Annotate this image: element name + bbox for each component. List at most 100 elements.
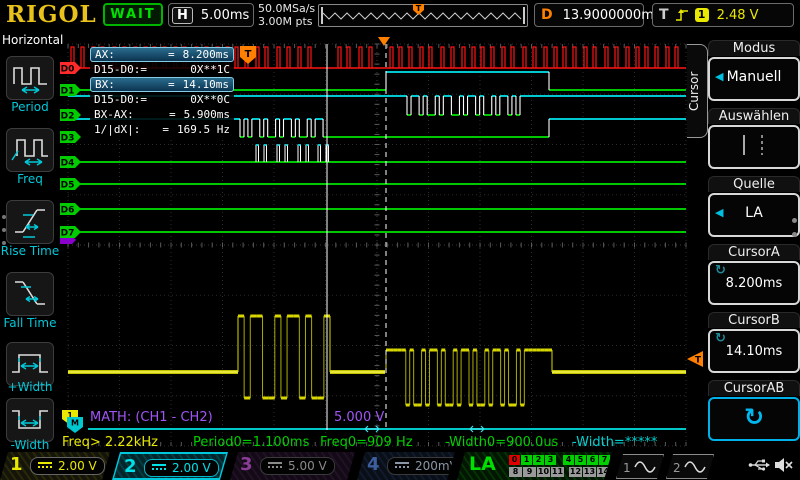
readout-label: BX-AX: [94, 108, 134, 121]
digital-channel-chip[interactable]: 14 [597, 467, 610, 477]
measure-button-rise-time[interactable] [6, 200, 54, 244]
measurement-value: Period0=1.100ms [193, 435, 309, 450]
menu-value: LA [710, 205, 798, 221]
logic-analyzer-block[interactable]: LA0123456789101112131415 [457, 452, 612, 480]
channel-2-block[interactable]: 22.00 V [112, 452, 228, 480]
cursor-readout-row: 1/|dX|:=169.5 Hz [90, 122, 234, 137]
dc-coupling-icon [268, 462, 282, 470]
digital-channel-chip[interactable]: 11 [551, 467, 564, 477]
wave-icon [681, 455, 709, 478]
channel-1-block[interactable]: 12.00 V [0, 452, 110, 480]
measure-label: Rise Time [0, 244, 60, 258]
trigger-level-value: 2.48 V [717, 8, 759, 23]
menu-item-cursora[interactable]: ↻8.200ms [708, 261, 800, 305]
cursor-select-icon [710, 127, 794, 163]
horizontal-timebase-box[interactable]: H 5.00ms [168, 3, 254, 27]
digital-channel-chip[interactable]: 2 [533, 455, 544, 465]
digital-channel-chip[interactable]: 6 [587, 455, 598, 465]
measure-button-period[interactable] [6, 56, 54, 100]
menu-item-cursorab[interactable]: ↻ [708, 397, 800, 441]
channel-tag-d3[interactable] [60, 131, 81, 143]
svg-text:D2: D2 [61, 112, 75, 122]
cursor-readout-row: BX-AX:=5.900ms [90, 107, 234, 122]
readout-label: BX: [95, 78, 115, 91]
delay-position-marker[interactable] [378, 37, 390, 46]
channel-tag-d6[interactable] [60, 203, 81, 215]
measurement-value: Freq> 2.22kHz [62, 435, 158, 450]
channel-tag-d7[interactable] [60, 226, 81, 238]
scroll-dot [2, 228, 6, 232]
math-position-marker[interactable] [67, 417, 83, 433]
acquisition-info: 50.0MSa/s 3.00M pts [258, 2, 315, 28]
trace-d4 [68, 145, 686, 162]
channel-number: 1 [10, 454, 23, 475]
minus-width-icon [7, 399, 53, 441]
channel-number: 2 [124, 456, 137, 477]
channel-inner: 4200mV [357, 452, 455, 480]
measure-button-freq[interactable] [6, 128, 54, 172]
digital-channel-chip[interactable]: 3 [545, 455, 556, 465]
svg-text:1: 1 [67, 411, 73, 420]
digital-channel-chip[interactable]: 7 [599, 455, 610, 465]
svg-text:M: M [71, 419, 79, 428]
menu-item-modus[interactable]: ◀Manuell [708, 57, 800, 101]
channel-4-block[interactable]: 4200mV [357, 452, 455, 480]
trigger-time-flag[interactable] [240, 46, 256, 64]
readout-eq: = [168, 78, 175, 91]
dc-coupling-icon [152, 464, 166, 472]
menu-item-cursorb[interactable]: ↻14.10ms [708, 329, 800, 373]
channel-tag-d4[interactable] [60, 156, 81, 168]
svg-text:D6: D6 [61, 206, 75, 216]
channel-3-block[interactable]: 35.00 V [230, 452, 355, 480]
speaker-muted-icon [774, 457, 794, 477]
menu-value: Manuell [710, 69, 798, 85]
digital-channel-chip[interactable]: 12 [569, 467, 582, 477]
source-1-block[interactable]: 1 [616, 454, 664, 479]
readout-eq: = [162, 123, 169, 136]
menu-item-quelle[interactable]: ◀LA [708, 193, 800, 237]
svg-text:T: T [245, 49, 252, 60]
ch1-position-marker[interactable] [62, 410, 78, 425]
digital-channel-chip[interactable]: 1 [521, 455, 532, 465]
math-expression-label: MATH: (CH1 - CH2) [90, 410, 213, 425]
timebase-value: 5.00ms [201, 8, 249, 23]
cursor-readout-row: D15-D0:= 0X**1C [90, 62, 234, 77]
digital-channel-chip[interactable]: 10 [537, 467, 550, 477]
rise-time-icon [7, 201, 53, 243]
source-number: 1 [623, 461, 631, 475]
measure-button-fall-time[interactable] [6, 272, 54, 316]
digital-channel-chip[interactable]: 13 [583, 467, 596, 477]
source-2-block[interactable]: 2 [666, 454, 714, 479]
readout-label: D15-D0:= [94, 63, 147, 76]
channel-tag-d5[interactable] [60, 178, 81, 190]
menu-item-auswählen[interactable] [708, 125, 800, 169]
channel-inner: 22.00 V [114, 454, 226, 478]
waveform-position-preview[interactable]: T [318, 4, 528, 27]
channel-inner: 12.00 V [0, 452, 110, 480]
digital-channel-chip[interactable]: 8 [509, 467, 522, 477]
menu-value: 14.10ms [710, 344, 798, 359]
cursor-menu-tab[interactable]: Cursor [687, 44, 708, 138]
measure-label: Period [0, 100, 60, 114]
delay-box[interactable]: D 13.9000000ms [534, 3, 644, 27]
digital-channel-indicators-8-15: 89101112131415 [509, 467, 625, 480]
trigger-box[interactable]: T 1 2.48 V [652, 3, 794, 27]
readout-value: 0X**1C [190, 63, 230, 76]
left-menu-title: Horizontal [0, 30, 60, 47]
channel-scale-value: 5.00 V [288, 459, 327, 473]
readout-label: D15-D0:= [94, 93, 147, 106]
channel-tag-d2[interactable] [60, 109, 81, 121]
d7-extra-tag [60, 236, 76, 244]
digital-channel-chip[interactable]: 5 [575, 455, 586, 465]
channel-scale-value: 200mV [415, 459, 458, 473]
menu-title-cursorab: CursorAB [708, 380, 800, 396]
measure-button--width[interactable] [6, 398, 54, 442]
digital-channel-chip[interactable]: 4 [563, 455, 574, 465]
channel-tag-d0[interactable] [60, 62, 81, 74]
measure-label: Fall Time [0, 316, 60, 330]
digital-channel-chip[interactable]: 0 [509, 455, 520, 465]
readout-value: 169.5 Hz [177, 123, 230, 136]
channel-tag-d1[interactable] [60, 84, 81, 96]
digital-channel-chip[interactable]: 9 [523, 467, 536, 477]
menu-title-auswählen: Auswählen [708, 108, 800, 124]
